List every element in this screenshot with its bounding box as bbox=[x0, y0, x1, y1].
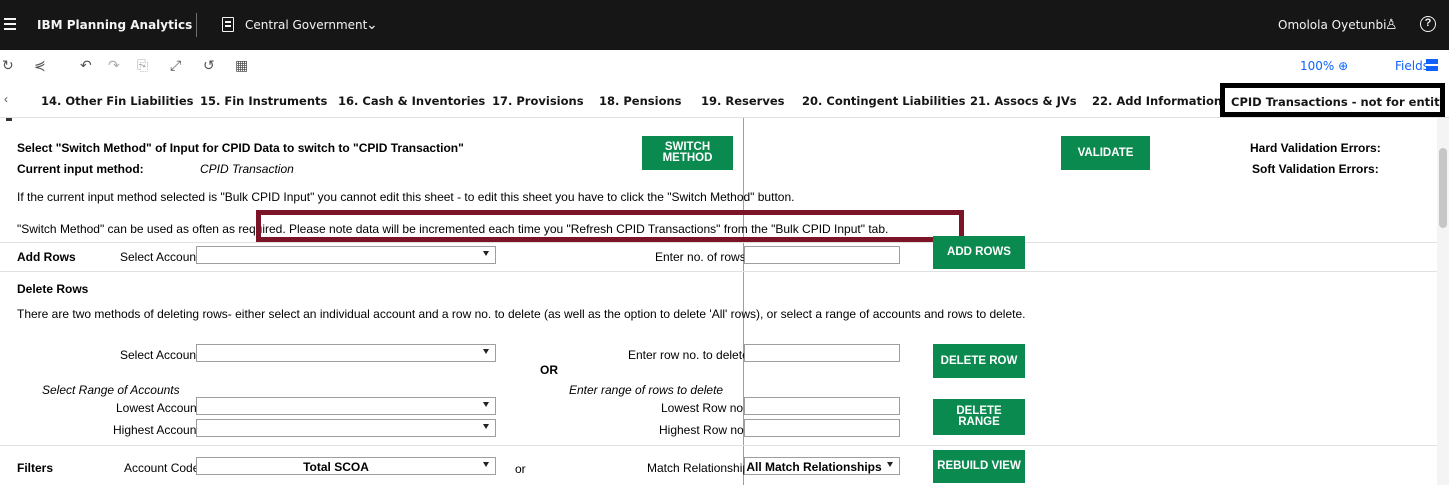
delete-row-button[interactable]: DELETE ROW bbox=[933, 344, 1025, 378]
highlight-annotation bbox=[256, 210, 964, 242]
sheet-content: Select "Switch Method" of Input for CPID… bbox=[0, 118, 1449, 485]
switch-method-button[interactable]: SWITCH METHOD bbox=[642, 136, 733, 170]
help-icon[interactable]: ? bbox=[1420, 16, 1436, 32]
add-rows-title: Add Rows bbox=[17, 250, 76, 264]
range-rows-label: Enter range of rows to delete bbox=[569, 383, 724, 397]
tab-contingent-liabilities[interactable]: 20. Contingent Liabilities bbox=[802, 94, 965, 108]
chevron-down-icon bbox=[887, 462, 893, 467]
snapshot-icon[interactable]: ⎘ bbox=[137, 58, 148, 74]
cell-marker bbox=[6, 118, 12, 121]
account-code-select[interactable]: Total SCOA bbox=[196, 457, 496, 475]
highest-row-label: Highest Row no. bbox=[659, 423, 748, 437]
or-label: OR bbox=[540, 363, 558, 377]
lowest-account-select[interactable] bbox=[196, 397, 496, 415]
tab-fin-instruments[interactable]: 15. Fin Instruments bbox=[200, 94, 327, 108]
undo-icon[interactable]: ↶ bbox=[80, 58, 92, 74]
soft-validation-errors-label: Soft Validation Errors: bbox=[1252, 162, 1379, 176]
chevron-down-icon bbox=[483, 462, 489, 467]
menu-icon[interactable] bbox=[4, 18, 16, 30]
filters-or-label: or bbox=[515, 462, 526, 476]
chevron-left-icon[interactable]: ‹ bbox=[4, 92, 8, 106]
add-rows-account-select[interactable] bbox=[196, 246, 496, 264]
current-method-label: Current input method: bbox=[17, 162, 144, 176]
fields-button[interactable]: Fields bbox=[1395, 59, 1429, 73]
scrollbar-thumb[interactable] bbox=[1439, 148, 1447, 228]
tab-cpid-transactions[interactable]: CPID Transactions - not for entity use bbox=[1220, 83, 1445, 117]
delete-row-input[interactable] bbox=[744, 344, 900, 362]
chevron-down-icon bbox=[483, 349, 489, 354]
match-relationship-label: Match Relationship bbox=[647, 461, 750, 475]
user-icon[interactable]: ♙ bbox=[1385, 16, 1398, 33]
toolbar: ↻ ⋞ ↶ ↷ ⎘ ⤢ ↺ ▦ 100% ⊕ Fields bbox=[0, 50, 1449, 82]
hard-validation-errors-label: Hard Validation Errors: bbox=[1250, 141, 1381, 155]
delete-account-select[interactable] bbox=[196, 344, 496, 362]
chevron-down-icon bbox=[483, 251, 489, 256]
highest-account-select[interactable] bbox=[196, 419, 496, 437]
workspace-icon bbox=[222, 17, 234, 32]
filters-title: Filters bbox=[17, 461, 54, 475]
refresh-icon[interactable]: ↻ bbox=[2, 58, 14, 74]
redo-icon[interactable]: ↷ bbox=[108, 58, 120, 74]
highest-account-label: Highest Account bbox=[113, 423, 200, 437]
rebuild-view-button[interactable]: REBUILD VIEW bbox=[933, 450, 1025, 483]
tab-assocs-jvs[interactable]: 21. Assocs & JVs bbox=[970, 94, 1077, 108]
tab-cash-inventories[interactable]: 16. Cash & Inventories bbox=[338, 94, 485, 108]
zoom-level[interactable]: 100% ⊕ bbox=[1300, 59, 1348, 73]
divider bbox=[0, 242, 1437, 243]
match-relationship-select[interactable]: All Match Relationships bbox=[744, 457, 900, 475]
tab-other-fin-liabilities[interactable]: 14. Other Fin Liabilities bbox=[41, 94, 193, 108]
add-rows-select-account-label: Select Account bbox=[120, 250, 200, 264]
current-method-value: CPID Transaction bbox=[200, 162, 294, 176]
expand-icon[interactable]: ⤢ bbox=[170, 58, 181, 74]
top-bar: IBM Planning Analytics Central Governmen… bbox=[0, 0, 1449, 50]
add-rows-button[interactable]: ADD ROWS bbox=[933, 236, 1025, 269]
delete-rows-title: Delete Rows bbox=[17, 282, 89, 296]
share-icon[interactable]: ⋞ bbox=[34, 58, 46, 74]
switch-instruction: Select "Switch Method" of Input for CPID… bbox=[17, 141, 464, 155]
tab-provisions[interactable]: 17. Provisions bbox=[492, 94, 584, 108]
tab-add-information[interactable]: 22. Add Information bbox=[1092, 94, 1222, 108]
vertical-scrollbar[interactable] bbox=[1437, 118, 1449, 485]
divider bbox=[0, 271, 1437, 272]
app-title: IBM Planning Analytics bbox=[37, 18, 193, 32]
delete-rows-description: There are two methods of deleting rows- … bbox=[17, 307, 1026, 321]
sheet-tabs: ‹ 14. Other Fin Liabilities 15. Fin Inst… bbox=[0, 82, 1449, 118]
account-code-label: Account Code bbox=[124, 461, 200, 475]
chevron-down-icon bbox=[483, 402, 489, 407]
divider bbox=[0, 445, 1437, 446]
range-accounts-label: Select Range of Accounts bbox=[42, 383, 180, 397]
bulk-input-note: If the current input method selected is … bbox=[17, 190, 795, 204]
chevron-down-icon bbox=[483, 424, 489, 429]
rows-count-input[interactable] bbox=[744, 246, 900, 264]
delete-range-button[interactable]: DELETE RANGE bbox=[933, 399, 1025, 435]
divider bbox=[196, 13, 197, 37]
highest-row-input[interactable] bbox=[744, 419, 900, 437]
lowest-row-input[interactable] bbox=[744, 397, 900, 415]
zoom-icon[interactable]: ⊕ bbox=[1338, 59, 1348, 73]
user-name[interactable]: Omolola Oyetunbi bbox=[1278, 18, 1386, 32]
lowest-row-label: Lowest Row no. bbox=[661, 401, 747, 415]
delete-select-account-label: Select Account bbox=[120, 348, 200, 362]
tab-reserves[interactable]: 19. Reserves bbox=[701, 94, 785, 108]
workspace-name[interactable]: Central Government bbox=[245, 18, 367, 32]
reset-icon[interactable]: ↺ bbox=[203, 58, 215, 74]
enter-row-delete-label: Enter row no. to delete bbox=[628, 348, 749, 362]
enter-rows-label: Enter no. of rows bbox=[655, 250, 746, 264]
grid-icon[interactable]: ▦ bbox=[235, 58, 248, 74]
tab-pensions[interactable]: 18. Pensions bbox=[599, 94, 682, 108]
chevron-down-icon[interactable]: ⌄ bbox=[366, 16, 378, 33]
fields-icon[interactable] bbox=[1426, 59, 1438, 71]
validate-button[interactable]: VALIDATE bbox=[1061, 136, 1150, 170]
lowest-account-label: Lowest Account bbox=[116, 401, 201, 415]
